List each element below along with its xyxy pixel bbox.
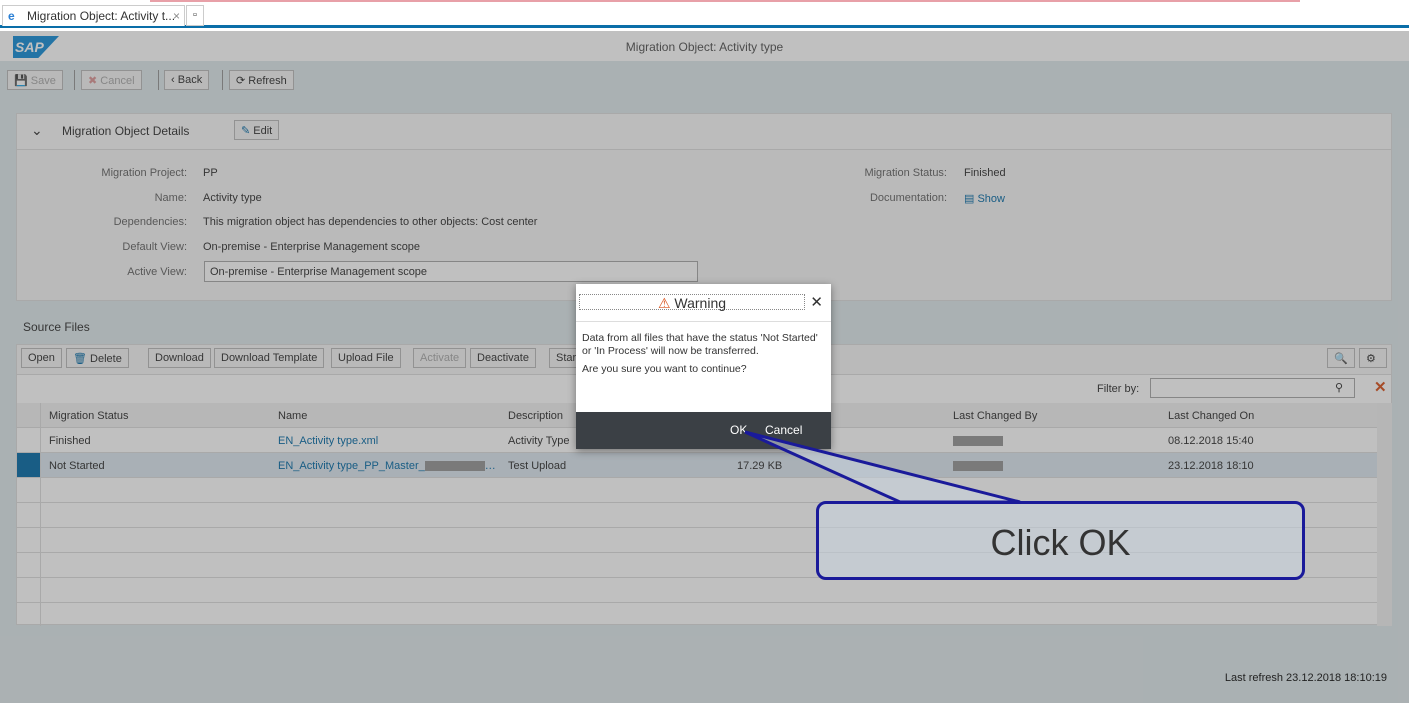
callout-box: Click OK: [816, 501, 1305, 580]
last-refresh: Last refresh 23.12.2018 18:10:19: [1224, 672, 1387, 684]
ok-button[interactable]: OK: [730, 423, 747, 437]
tab-close-icon[interactable]: ×: [173, 9, 180, 23]
dialog-message: Data from all files that have the status…: [582, 332, 818, 357]
warning-icon: ⚠: [657, 295, 675, 311]
browser-tab[interactable]: e Migration Object: Activity t... ×: [2, 5, 185, 26]
tab-title: Migration Object: Activity t...: [27, 9, 176, 23]
new-tab-button[interactable]: ▫: [186, 5, 204, 26]
browser-tabbar: e Migration Object: Activity t... × ▫: [0, 0, 1409, 28]
dialog-body: Data from all files that have the status…: [576, 322, 831, 386]
ie-icon: e: [8, 9, 15, 23]
dialog-question: Are you sure you want to continue?: [582, 363, 747, 375]
cancel-dialog-button[interactable]: Cancel: [765, 423, 802, 437]
warning-dialog: ⚠ Warning ✕ Data from all files that hav…: [576, 284, 831, 449]
dialog-title: ⚠ Warning: [579, 294, 805, 311]
address-bar-edge: [150, 0, 1300, 2]
dialog-header: ⚠ Warning ✕: [576, 284, 831, 322]
close-icon[interactable]: ✕: [810, 293, 823, 311]
dialog-footer: OK Cancel: [576, 412, 831, 449]
